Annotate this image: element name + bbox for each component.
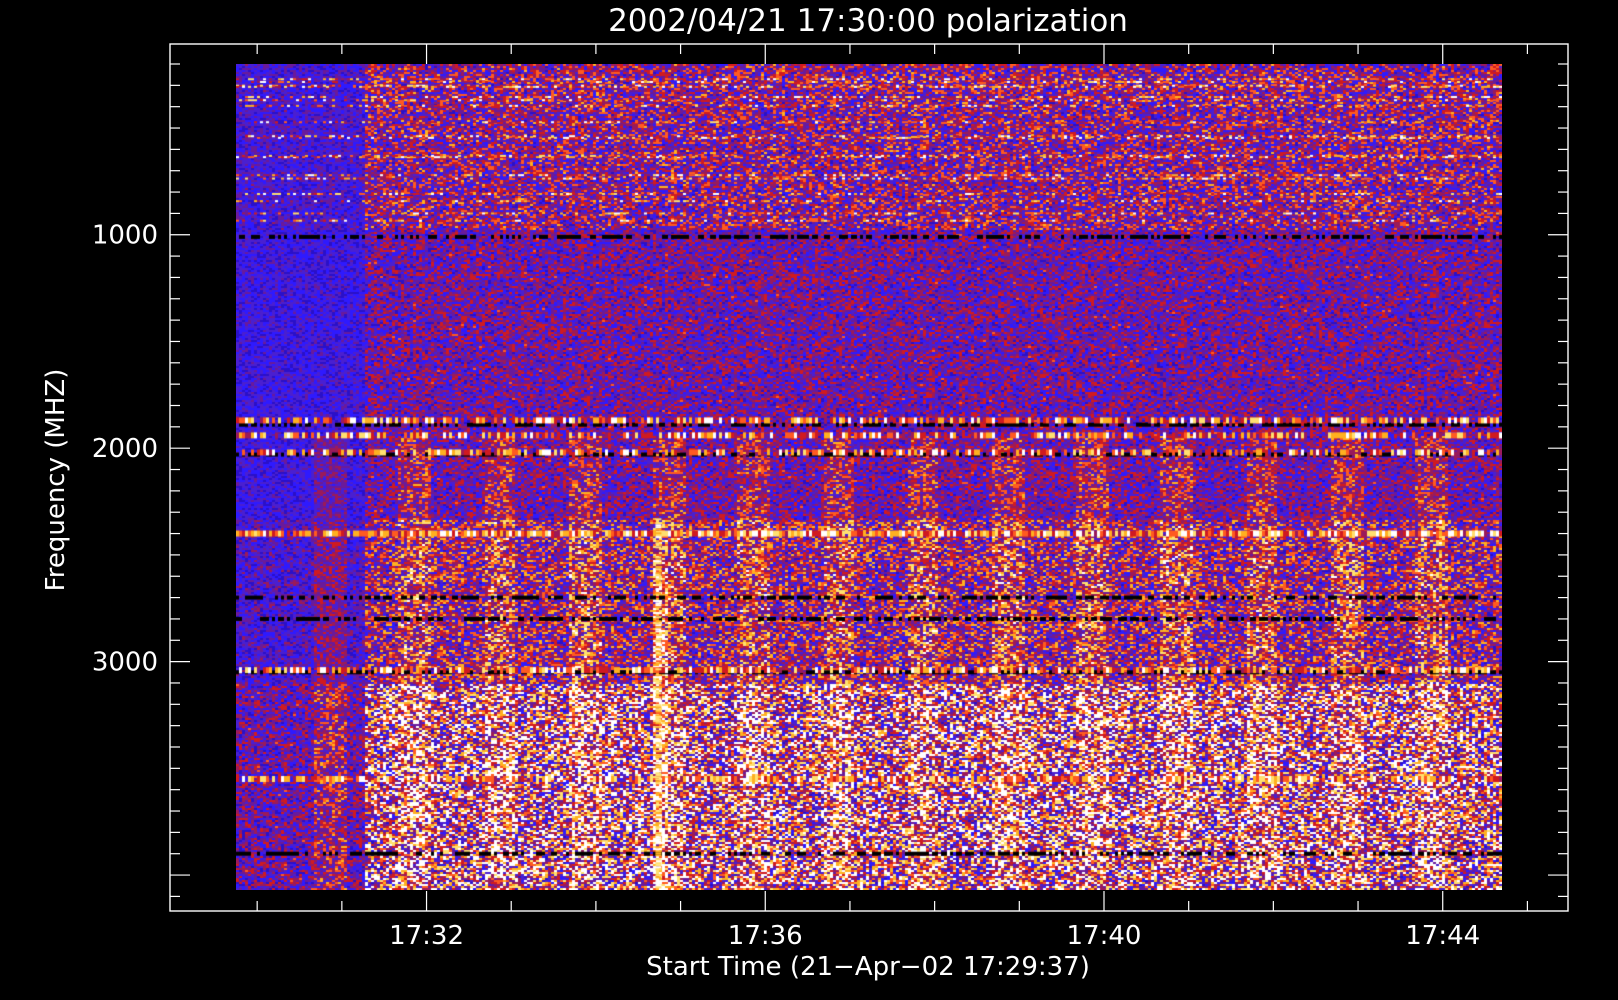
y-tick-label: 3000: [92, 648, 158, 678]
y-axis-label: Frequency (MHZ): [41, 369, 71, 592]
x-tick-label: 17:40: [1067, 921, 1142, 951]
y-tick-label: 1000: [92, 221, 158, 251]
y-tick-label: 2000: [92, 434, 158, 464]
x-tick-label: 17:36: [728, 921, 803, 951]
x-tick-label: 17:44: [1405, 921, 1480, 951]
x-axis-label: Start Time (21−Apr−02 17:29:37): [646, 952, 1090, 982]
x-tick-label: 17:32: [389, 921, 464, 951]
chart-title: 2002/04/21 17:30:00 polarization: [608, 3, 1128, 39]
spectrogram-heatmap: [236, 64, 1502, 890]
